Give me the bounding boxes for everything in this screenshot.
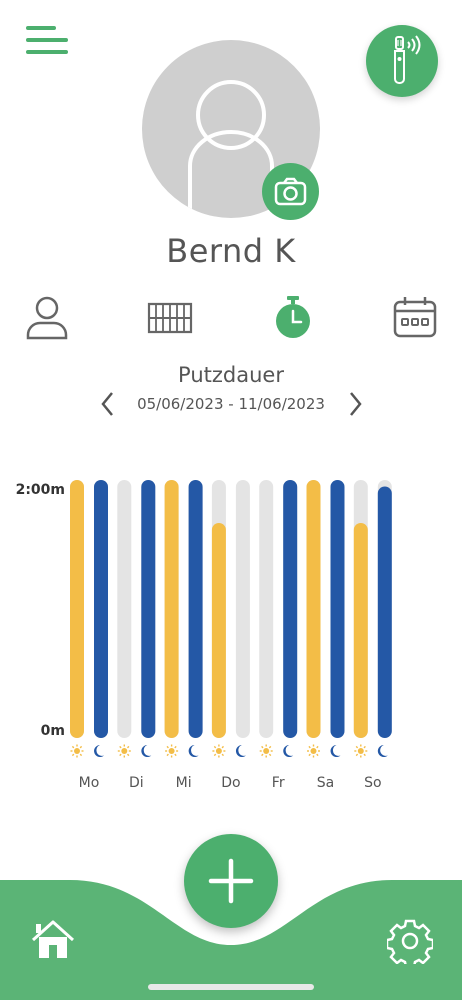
home-button[interactable] — [30, 918, 76, 962]
menu-button[interactable] — [26, 26, 68, 56]
moon-icon — [94, 745, 104, 757]
bar-track — [117, 480, 132, 738]
menu-line — [26, 50, 68, 54]
toothbrush-device-button[interactable] — [366, 25, 438, 97]
settings-button[interactable] — [385, 918, 435, 969]
bar-track — [235, 480, 250, 738]
date-range: 05/06/2023 - 11/06/2023 — [137, 395, 325, 413]
time-slot-icons — [70, 744, 388, 758]
y-tick-label: 2:00m — [16, 482, 65, 498]
sun-icon — [212, 744, 226, 758]
sun-icon — [70, 744, 84, 758]
user-name: Bernd K — [166, 232, 296, 270]
moon-icon — [330, 745, 341, 757]
add-button[interactable] — [184, 834, 278, 928]
day-label-Di: Di — [129, 775, 144, 791]
section-title: Putzdauer — [178, 363, 284, 387]
morning-bar-Do — [211, 523, 226, 738]
previous-week-button[interactable] — [95, 389, 121, 419]
gear-icon — [385, 919, 435, 969]
day-label-Fr: Fr — [272, 775, 285, 791]
morning-bar-Sa — [306, 480, 321, 738]
tab-calendar[interactable] — [390, 294, 440, 342]
day-label-Do: Do — [221, 775, 240, 791]
camera-icon — [274, 177, 307, 206]
tab-brushing-time[interactable] — [268, 294, 318, 342]
brushing-duration-chart: 2:00m 0m Mo Di Mi Do Fr Sa So — [16, 480, 392, 791]
change-photo-button[interactable] — [262, 163, 319, 220]
bars-group — [70, 480, 392, 738]
home-indicator — [148, 984, 314, 990]
chevron-left-icon — [101, 392, 113, 416]
toothbrush-signal-icon — [394, 35, 421, 84]
evening-bar-Sa — [330, 480, 345, 738]
morning-bar-Mi — [164, 480, 179, 738]
menu-line — [26, 38, 68, 42]
sun-icon — [307, 744, 320, 758]
moon-icon — [141, 745, 152, 757]
day-label-So: So — [364, 775, 381, 791]
evening-bar-Di — [141, 480, 156, 738]
day-label-Sa: Sa — [317, 775, 334, 791]
day-labels: Mo Di Mi Do Fr Sa So — [79, 775, 382, 791]
calendar-icon — [393, 297, 437, 338]
next-week-button[interactable] — [342, 389, 368, 419]
stopwatch-icon — [276, 296, 310, 338]
sun-icon — [165, 744, 179, 758]
bar-track — [259, 480, 274, 738]
teeth-icon — [147, 302, 193, 334]
sun-icon — [354, 744, 368, 758]
person-icon — [26, 296, 68, 340]
tab-teeth[interactable] — [145, 294, 195, 342]
home-icon — [31, 920, 75, 958]
evening-bar-Fr — [283, 480, 298, 738]
y-tick-label: 0m — [41, 723, 65, 739]
moon-icon — [283, 745, 294, 757]
plus-icon — [208, 858, 254, 904]
sun-icon — [117, 744, 131, 758]
day-label-Mo: Mo — [79, 775, 100, 791]
day-label-Mi: Mi — [176, 775, 192, 791]
tab-profile[interactable] — [22, 294, 72, 342]
evening-bar-Mo — [94, 480, 108, 738]
morning-bar-Mo — [70, 480, 84, 738]
sun-icon — [259, 744, 273, 758]
moon-icon — [377, 745, 388, 757]
chevron-right-icon — [350, 392, 362, 416]
evening-bar-Mi — [188, 480, 203, 738]
morning-bar-So — [353, 523, 368, 738]
moon-icon — [235, 745, 246, 757]
moon-icon — [188, 745, 199, 757]
evening-bar-So — [377, 486, 392, 738]
menu-line — [26, 26, 56, 30]
